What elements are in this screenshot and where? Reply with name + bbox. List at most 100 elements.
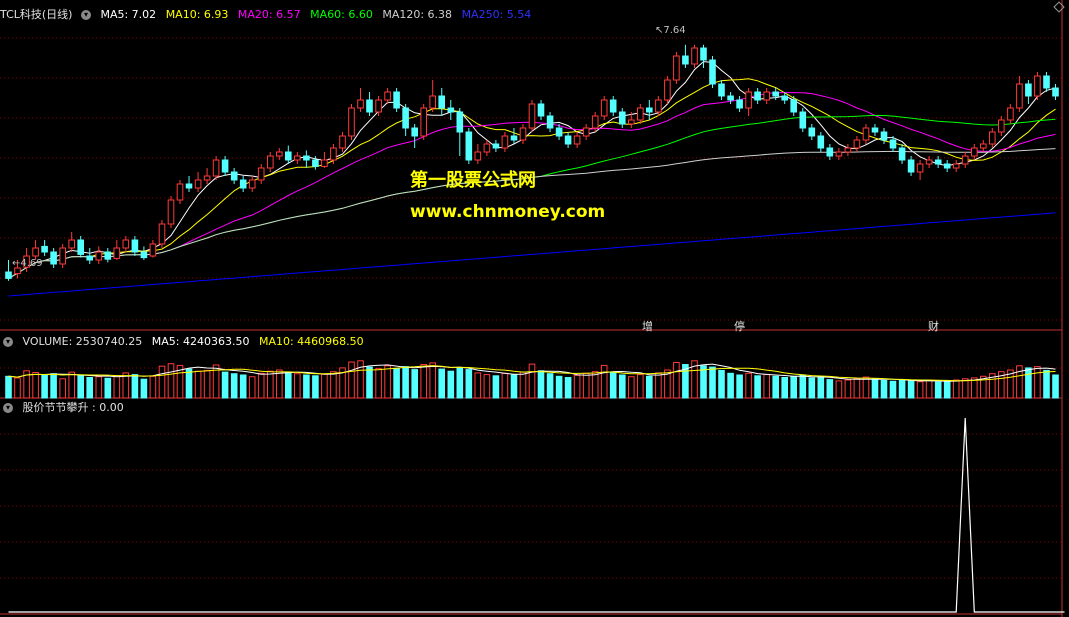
volume-bar [149,375,157,399]
volume-bar [447,370,455,399]
candle-body [998,119,1005,133]
candle-body [817,135,825,149]
event-flag-halt[interactable]: 停 [732,318,747,334]
candle-body [330,147,337,161]
candle [59,244,67,268]
candle-body [276,151,283,157]
candle-body [898,147,906,161]
stock-title[interactable]: TCL科技(日线) [0,8,72,21]
volume-bar [871,378,879,399]
candle [194,172,202,192]
volume-bar [628,376,635,399]
volume-bar [600,364,608,399]
candle [1052,84,1059,100]
chevron-down-icon[interactable]: ▾ [80,10,91,20]
candle [185,176,193,192]
candle-body [267,155,274,169]
candle [943,160,951,172]
candle-body [140,251,148,259]
candle-body [375,99,382,113]
candle-body [961,155,969,165]
candle [537,100,545,120]
volume-bar [1025,367,1032,399]
volume-bar [267,370,274,399]
candle-body [619,111,626,125]
chevron-down-icon[interactable]: ▾ [3,337,13,347]
volume-bar [420,364,427,399]
candle [808,124,816,140]
candle-body [989,131,996,145]
candle-body [772,91,780,97]
candle-body [528,103,536,129]
candle-body [808,127,816,137]
indicator-label: 股价节节攀升 : 0.00 [22,401,124,414]
candle [637,104,644,124]
candle-body [971,147,978,157]
candle [1043,72,1050,92]
volume-bar [799,374,807,399]
candlestick-series [5,44,1059,281]
candle-body [1016,83,1023,109]
candle-body [149,243,157,257]
volume-bar [59,378,67,399]
candle [1016,76,1023,112]
ma120-label: MA120: 6.38 [382,8,453,21]
candle [276,148,283,160]
volume-bar [185,368,193,399]
candle [907,156,915,176]
candle-body [628,119,635,125]
volume-bar [709,366,716,399]
stock-chart-canvas[interactable] [0,0,1069,617]
candle-body [799,111,807,129]
candle-body [366,99,373,113]
volume-bar [86,377,94,399]
candle-body [492,143,500,149]
candle [745,88,752,116]
candle-body [555,127,563,137]
chevron-down-icon[interactable]: ▾ [3,403,13,413]
candle [528,100,536,132]
candle [492,140,500,152]
volume-bar [952,379,960,399]
candle-body [465,131,473,161]
candle [682,44,689,68]
candle-body [285,151,292,161]
candle [411,124,418,148]
candle-body [357,99,364,109]
candle-body [456,111,464,133]
candle [447,100,455,120]
candle-body [682,55,689,65]
volume-bar [465,369,473,399]
volume-bar [817,376,825,399]
volume-bar [673,362,680,399]
candle-body [122,239,130,249]
candle [167,196,175,228]
volume-bar [221,371,229,399]
candle [41,240,48,256]
candle [303,150,310,168]
candle [95,246,103,264]
volume-bar [348,361,355,399]
candle [294,152,301,164]
candle-body [664,79,671,101]
candle-body [86,255,94,261]
candle [321,152,328,168]
candle [709,56,716,88]
candle-body [736,99,743,109]
candle-body [203,175,211,181]
volume-bar [880,379,888,399]
candle [853,136,861,152]
volume-bar [763,374,771,399]
candle-body [95,251,103,261]
candle-body [348,107,355,137]
event-flag-add[interactable]: 增 [640,318,655,334]
volume-bar [312,375,319,399]
event-flag-finance[interactable]: 财 [926,318,941,334]
candle-body [1007,107,1014,121]
volume-bar [537,370,545,399]
candle-body [1034,75,1041,97]
candle [925,156,933,168]
candle-body [5,271,12,279]
candle [718,80,725,100]
candle [898,144,906,164]
